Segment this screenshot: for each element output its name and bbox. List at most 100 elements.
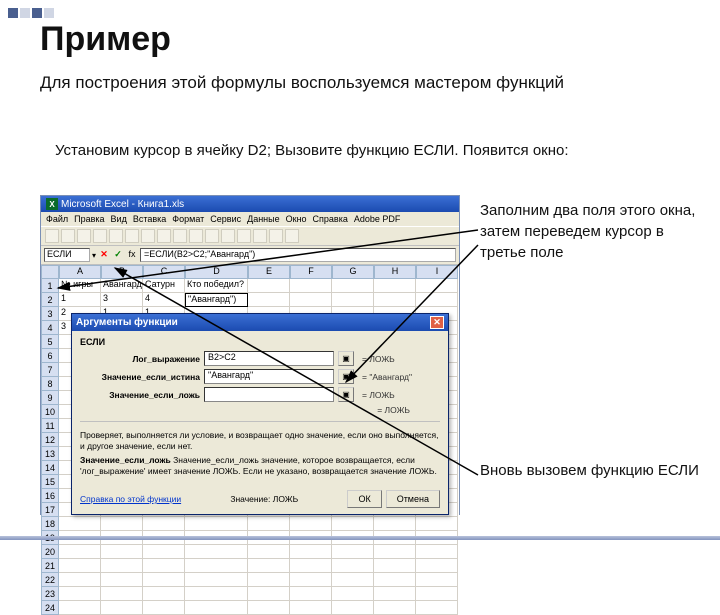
fx-icon[interactable]: fx (126, 249, 138, 261)
tb-icon[interactable] (61, 229, 75, 243)
tb-icon[interactable] (237, 229, 251, 243)
tb-icon[interactable] (253, 229, 267, 243)
cell[interactable] (185, 601, 248, 615)
ok-button[interactable]: ОК (347, 490, 381, 508)
cell[interactable] (248, 559, 290, 573)
cell[interactable] (416, 601, 458, 615)
formula-input[interactable]: =ЕСЛИ(B2>C2;"Авангард") (140, 248, 456, 262)
menu-format[interactable]: Формат (172, 214, 204, 224)
cell[interactable] (374, 293, 416, 307)
cell[interactable] (332, 545, 374, 559)
cell[interactable] (374, 545, 416, 559)
cell[interactable] (143, 559, 185, 573)
cell[interactable]: № игры (59, 279, 101, 293)
cell[interactable]: 1 (59, 293, 101, 307)
cell[interactable] (143, 601, 185, 615)
tb-icon[interactable] (157, 229, 171, 243)
input-logical[interactable]: B2>C2 (204, 351, 334, 366)
cell[interactable] (143, 587, 185, 601)
range-picker-icon[interactable]: ▣ (338, 351, 354, 366)
cell[interactable] (290, 517, 332, 531)
cell-D2-active[interactable]: "Авангард") (185, 293, 248, 307)
cell[interactable] (101, 559, 143, 573)
cell[interactable] (416, 559, 458, 573)
cell[interactable] (248, 573, 290, 587)
menu-view[interactable]: Вид (111, 214, 127, 224)
cell[interactable] (416, 279, 458, 293)
tb-icon[interactable] (189, 229, 203, 243)
cell[interactable] (101, 587, 143, 601)
tb-icon[interactable] (269, 229, 283, 243)
cell[interactable] (185, 559, 248, 573)
cell[interactable] (248, 587, 290, 601)
col-B[interactable]: B (101, 266, 143, 279)
cell[interactable] (374, 601, 416, 615)
menu-file[interactable]: Файл (46, 214, 68, 224)
cell[interactable] (290, 559, 332, 573)
menu-help[interactable]: Справка (313, 214, 348, 224)
cell[interactable] (185, 587, 248, 601)
menu-window[interactable]: Окно (286, 214, 307, 224)
col-D[interactable]: D (185, 266, 248, 279)
cell[interactable] (332, 293, 374, 307)
accept-formula-icon[interactable]: ✓ (112, 249, 124, 261)
cell[interactable] (290, 573, 332, 587)
cell[interactable] (416, 587, 458, 601)
cell[interactable] (374, 279, 416, 293)
cell[interactable] (374, 517, 416, 531)
cell[interactable] (416, 293, 458, 307)
cell[interactable] (59, 545, 101, 559)
cell[interactable] (290, 279, 332, 293)
cell[interactable] (290, 545, 332, 559)
cancel-button[interactable]: Отмена (386, 490, 440, 508)
cell[interactable] (59, 601, 101, 615)
cell[interactable]: Авангард (101, 279, 143, 293)
cell[interactable] (185, 517, 248, 531)
menu-insert[interactable]: Вставка (133, 214, 166, 224)
cell[interactable] (59, 517, 101, 531)
col-F[interactable]: F (290, 266, 332, 279)
cell[interactable] (374, 587, 416, 601)
range-picker-icon[interactable]: ▣ (338, 387, 354, 402)
range-picker-icon[interactable]: ▣ (338, 369, 354, 384)
cell[interactable] (416, 545, 458, 559)
menu-data[interactable]: Данные (247, 214, 280, 224)
input-if-true[interactable]: "Авангард" (204, 369, 334, 384)
tb-icon[interactable] (173, 229, 187, 243)
input-if-false[interactable] (204, 387, 334, 402)
tb-icon[interactable] (93, 229, 107, 243)
cell[interactable] (290, 293, 332, 307)
cell[interactable] (101, 601, 143, 615)
cell[interactable]: Сатурн (143, 279, 185, 293)
tb-icon[interactable] (205, 229, 219, 243)
cell[interactable] (416, 573, 458, 587)
cell[interactable] (374, 573, 416, 587)
menu-bar[interactable]: Файл Правка Вид Вставка Формат Сервис Да… (41, 212, 459, 226)
cell[interactable]: 4 (143, 293, 185, 307)
toolbar-standard[interactable] (41, 226, 459, 246)
cell[interactable] (143, 517, 185, 531)
menu-adobe[interactable]: Adobe PDF (354, 214, 401, 224)
cell[interactable] (101, 545, 143, 559)
help-link[interactable]: Справка по этой функции (80, 494, 181, 504)
cell[interactable] (248, 279, 290, 293)
select-all-corner[interactable] (41, 266, 59, 279)
col-E[interactable]: E (248, 266, 290, 279)
cell[interactable] (416, 517, 458, 531)
cell[interactable] (143, 545, 185, 559)
cell[interactable]: Кто победил? (185, 279, 248, 293)
cell[interactable] (248, 517, 290, 531)
tb-icon[interactable] (45, 229, 59, 243)
close-icon[interactable]: ✕ (430, 316, 444, 329)
tb-icon[interactable] (109, 229, 123, 243)
tb-icon[interactable] (285, 229, 299, 243)
menu-tools[interactable]: Сервис (210, 214, 241, 224)
name-box[interactable]: ЕСЛИ (44, 248, 90, 262)
cell[interactable] (374, 559, 416, 573)
tb-icon[interactable] (125, 229, 139, 243)
cell[interactable] (101, 517, 143, 531)
col-G[interactable]: G (332, 266, 374, 279)
cell[interactable] (248, 545, 290, 559)
cell[interactable] (332, 601, 374, 615)
cell[interactable] (185, 545, 248, 559)
